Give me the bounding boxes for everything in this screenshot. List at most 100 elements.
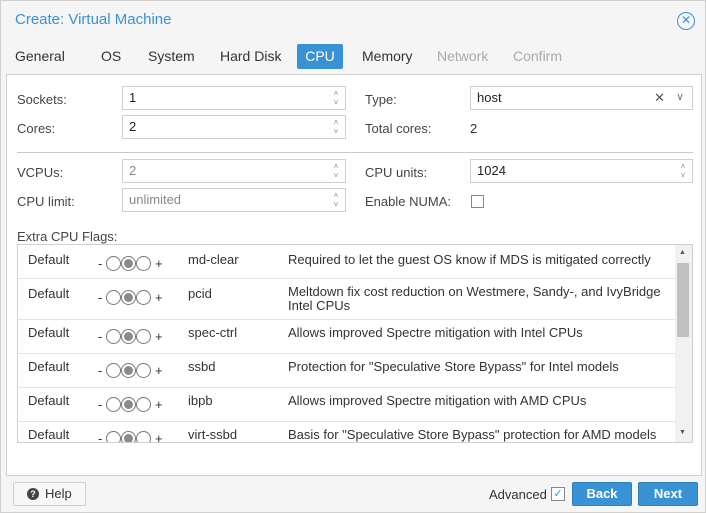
radio-on[interactable] xyxy=(136,363,151,378)
plus-label: + xyxy=(155,363,163,378)
tab-system[interactable]: System xyxy=(148,44,198,69)
table-row: Default - + spec-ctrl Allows improved Sp… xyxy=(18,320,676,354)
help-label: Help xyxy=(45,486,72,501)
cores-field[interactable]: 2 ˄ ˅ xyxy=(122,115,346,139)
scroll-down-icon[interactable]: ▼ xyxy=(679,429,686,436)
cpu-limit-value: unlimited xyxy=(129,192,182,207)
radio-default[interactable] xyxy=(121,290,136,305)
plus-label: + xyxy=(155,397,163,412)
vcpus-value: 2 xyxy=(129,163,137,178)
cpu-panel: Sockets: 1 ˄ ˅ Type: host ✕ ∨ Cores: 2 ˄ ˅… xyxy=(6,74,702,476)
radio-off[interactable] xyxy=(106,329,121,344)
minus-label: - xyxy=(98,290,103,305)
flag-name: pcid xyxy=(188,286,212,301)
flag-state: Default xyxy=(28,325,70,340)
close-icon[interactable]: ✕ xyxy=(677,12,695,30)
cpu-units-label: CPU units: xyxy=(365,165,428,180)
tab-general[interactable]: General xyxy=(15,44,79,69)
radio-off[interactable] xyxy=(106,256,121,271)
radio-on[interactable] xyxy=(136,256,151,271)
scroll-thumb[interactable] xyxy=(677,263,689,337)
flag-state: Default xyxy=(28,359,70,374)
radio-default[interactable] xyxy=(121,431,136,442)
plus-label: + xyxy=(155,256,163,271)
flag-description: Allows improved Spectre mitigation with … xyxy=(288,393,587,408)
flag-description: Protection for "Speculative Store Bypass… xyxy=(288,359,619,374)
clear-icon[interactable]: ✕ xyxy=(654,87,665,109)
type-value: host xyxy=(477,90,502,105)
help-button[interactable]: ? Help xyxy=(13,482,86,506)
cpu-limit-field[interactable]: unlimited ˄ ˅ xyxy=(122,188,346,212)
spinner-icon[interactable]: ˄ ˅ xyxy=(677,162,689,180)
flag-description: Allows improved Spectre mitigation with … xyxy=(288,325,583,340)
flag-state: Default xyxy=(28,427,70,442)
flag-description: Meltdown fix cost reduction on Westmere,… xyxy=(288,284,661,313)
flag-state: Default xyxy=(28,286,70,301)
advanced-checkbox[interactable]: ✓ xyxy=(551,487,565,501)
table-row: Default - + virt-ssbd Basis for "Specula… xyxy=(18,422,676,442)
radio-on[interactable] xyxy=(136,290,151,305)
sockets-value: 1 xyxy=(129,90,137,105)
tab-os[interactable]: OS xyxy=(101,44,131,69)
radio-off[interactable] xyxy=(106,397,121,412)
radio-on[interactable] xyxy=(136,397,151,412)
cpu-units-field[interactable]: 1024 ˄ ˅ xyxy=(470,159,693,183)
radio-on[interactable] xyxy=(136,329,151,344)
spinner-icon[interactable]: ˄ ˅ xyxy=(330,118,342,136)
tab-cpu[interactable]: CPU xyxy=(297,44,343,69)
flag-state: Default xyxy=(28,252,70,267)
back-button[interactable]: Back xyxy=(572,482,632,506)
spinner-icon[interactable]: ˄ ˅ xyxy=(330,162,342,180)
minus-label: - xyxy=(98,329,103,344)
tab-network: Network xyxy=(437,48,489,64)
tab-confirm: Confirm xyxy=(513,48,563,64)
radio-default[interactable] xyxy=(121,363,136,378)
scroll-up-icon[interactable]: ▲ xyxy=(679,249,686,256)
spinner-icon[interactable]: ˄ ˅ xyxy=(330,89,342,107)
minus-label: - xyxy=(98,256,103,271)
sockets-field[interactable]: 1 ˄ ˅ xyxy=(122,86,346,110)
type-combo[interactable]: host ✕ ∨ xyxy=(470,86,693,110)
next-button[interactable]: Next xyxy=(638,482,698,506)
flags-scrollbar[interactable]: ▲ ▼ xyxy=(675,245,692,442)
flag-name: virt-ssbd xyxy=(188,427,238,442)
spinner-icon[interactable]: ˄ ˅ xyxy=(330,191,342,209)
dialog-titlebar: Create: Virtual Machine ✕ xyxy=(1,1,705,41)
total-cores-value: 2 xyxy=(470,121,478,136)
table-row: Default - + md-clear Required to let the… xyxy=(18,245,676,279)
cpu-flags-grid: Default - + md-clear Required to let the… xyxy=(17,244,693,443)
vcpus-field[interactable]: 2 ˄ ˅ xyxy=(122,159,346,183)
table-row: Default - + ibpb Allows improved Spectre… xyxy=(18,388,676,422)
radio-on[interactable] xyxy=(136,431,151,442)
radio-default[interactable] xyxy=(121,329,136,344)
section-divider xyxy=(17,152,693,153)
create-vm-dialog: Create: Virtual Machine ✕ General OS Sys… xyxy=(0,0,706,513)
flag-state: Default xyxy=(28,393,70,408)
flag-name: ibpb xyxy=(188,393,213,408)
tab-hard-disk[interactable]: Hard Disk xyxy=(220,44,282,69)
radio-off[interactable] xyxy=(106,431,121,442)
cpu-units-value: 1024 xyxy=(477,163,506,178)
table-row: Default - + pcid Meltdown fix cost reduc… xyxy=(18,279,676,320)
question-icon: ? xyxy=(27,488,39,500)
flag-description: Required to let the guest OS know if MDS… xyxy=(288,252,651,267)
tab-memory[interactable]: Memory xyxy=(362,44,416,69)
plus-label: + xyxy=(155,290,163,305)
chevron-down-icon[interactable]: ∨ xyxy=(676,86,684,108)
dialog-title: Create: Virtual Machine xyxy=(15,11,172,28)
table-row: Default - + ssbd Protection for "Specula… xyxy=(18,354,676,388)
dialog-footer: ? Help Advanced ✓ Back Next xyxy=(1,478,705,513)
flag-name: md-clear xyxy=(188,252,239,267)
flag-name: ssbd xyxy=(188,359,216,374)
extra-cpu-flags-label: Extra CPU Flags: xyxy=(17,229,118,244)
radio-default[interactable] xyxy=(121,397,136,412)
enable-numa-checkbox[interactable] xyxy=(471,195,484,208)
cpu-limit-label: CPU limit: xyxy=(17,194,75,209)
radio-off[interactable] xyxy=(106,290,121,305)
radio-default[interactable] xyxy=(121,256,136,271)
radio-off[interactable] xyxy=(106,363,121,378)
flag-name: spec-ctrl xyxy=(188,325,238,340)
flag-description: Basis for "Speculative Store Bypass" pro… xyxy=(288,427,657,442)
minus-label: - xyxy=(98,397,103,412)
cores-value: 2 xyxy=(129,119,137,134)
